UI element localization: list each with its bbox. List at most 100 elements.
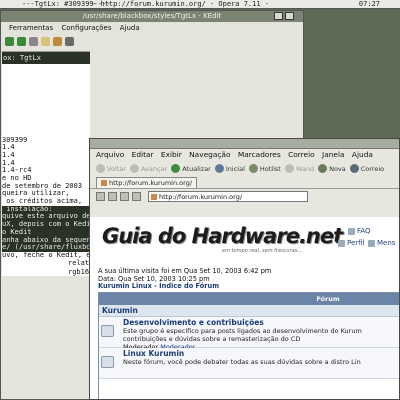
forward-button[interactable]: Avançar [129, 164, 168, 173]
menu-arquivo[interactable]: Arquivo [96, 150, 124, 159]
forum-row: Linux Kurumin Neste fórum, você pode deb… [99, 348, 399, 379]
hotlist-label: Hotlist [259, 164, 281, 173]
folder-icon [101, 325, 114, 337]
editor-line: 309399 [2, 135, 28, 144]
breadcrumb[interactable]: Kurumin Linux - Índice do Fórum [98, 282, 219, 290]
favicon-icon [151, 193, 157, 200]
menu-ferramentas[interactable]: Ferramentas [9, 24, 53, 32]
refresh-icon [171, 164, 181, 173]
menu-correio[interactable]: Correio [288, 150, 315, 159]
top-panel: ---TgtLx: #309399---- - http://forum.kur… [0, 0, 400, 9]
back-button[interactable]: Voltar [96, 164, 126, 173]
forum-description-2: contribuições e dúvidas sobre a remaster… [123, 335, 301, 343]
forum-row: Desenvolvimento e contribuições Este gru… [99, 317, 399, 351]
back-label: Voltar [107, 164, 126, 173]
mail-button[interactable]: Correio [349, 164, 384, 173]
address-row: http://forum.kurumin.org/ [90, 188, 399, 204]
opera-menubar: Arquivo Editar Exibir Navegação Marcador… [90, 149, 399, 161]
undo-icon[interactable] [5, 36, 14, 46]
new-label: Nova [329, 164, 346, 173]
forward-label: Avançar [140, 164, 168, 173]
hotlist-icon [248, 164, 258, 173]
logo-text: Guia do Hardware.net [102, 224, 343, 248]
forum-description: Neste fórum, você pode debater todas as … [123, 358, 361, 366]
menu-configuracoes[interactable]: Configurações [61, 24, 111, 32]
profile-icon [338, 239, 345, 247]
opera-window: Arquivo Editar Exibir Navegação Marcador… [89, 138, 400, 400]
home-button[interactable]: Inicial [214, 164, 245, 173]
visit-info: A sua última visita foi em Qua Set 10, 2… [98, 267, 271, 283]
new-button[interactable]: Nova [318, 164, 346, 173]
messages-link[interactable]: Mens [368, 239, 395, 247]
menu-navegacao[interactable]: Navegação [189, 150, 230, 159]
home-label: Inicial [225, 164, 245, 173]
redo-icon[interactable] [17, 36, 26, 46]
kedit-editor[interactable]: 309399 1.4 1.4 1.4 1.4-rc4 e no HD de setembro… [2, 51, 90, 276]
forward-icon [129, 164, 139, 173]
wand-icon [284, 164, 294, 173]
hotlist-button[interactable]: Hotlist [248, 164, 281, 173]
paste-icon[interactable] [53, 36, 62, 46]
menu-marcadores[interactable]: Marcadores [238, 150, 281, 159]
table-header-label: Fórum [316, 295, 340, 303]
page-icon[interactable] [96, 192, 105, 201]
new-page-icon [318, 164, 328, 173]
editor-line-right: rgb16 [68, 267, 90, 276]
kedit-toolbar [1, 34, 303, 48]
opera-titlebar[interactable] [90, 139, 399, 149]
editor-line: 1.4 [2, 150, 15, 159]
address-input[interactable]: http://forum.kurumin.org/ [148, 191, 308, 202]
find-icon[interactable] [65, 36, 74, 46]
copy-icon[interactable] [41, 36, 50, 46]
last-visit-text: A sua última visita foi em Qua Set 10, 2… [98, 267, 272, 275]
forum-title-link[interactable]: Desenvolvimento e contribuições [123, 318, 399, 327]
profile-label: Perfil [347, 239, 365, 247]
kedit-titlebar[interactable]: /usr/share/blackbox/styles/TgtLx - KEdit [1, 11, 303, 22]
category-row[interactable]: Kurumin [99, 305, 399, 317]
cut-icon[interactable] [29, 36, 38, 46]
logo-subtitle: em tempo real, sem frescuras... [222, 248, 303, 254]
bookmark-icon[interactable] [120, 192, 129, 201]
table-header: Fórum [99, 293, 399, 305]
editor-line: 1.4 [2, 143, 15, 152]
menu-editar[interactable]: Editar [132, 150, 154, 159]
faq-label: FAQ [357, 227, 371, 235]
forum-description: Este grupo é específico para posts ligad… [123, 327, 362, 335]
messages-icon [368, 239, 375, 247]
home-icon [214, 164, 224, 173]
profile-link[interactable]: Perfil [338, 239, 365, 247]
wand-button[interactable]: Wand [284, 164, 315, 173]
kedit-menubar: Ferramentas Configurações Ajuda [1, 22, 303, 34]
menu-ajuda[interactable]: Ajuda [120, 24, 140, 32]
faq-icon [348, 227, 355, 235]
view-icon[interactable] [132, 192, 141, 201]
site-logo[interactable]: Guia do Hardware.net em tempo real, sem … [102, 224, 343, 254]
menu-janela[interactable]: Janela [322, 150, 345, 159]
messages-label: Mens [377, 239, 396, 247]
kedit-title: /usr/share/blackbox/styles/TgtLx - KEdit [82, 12, 222, 20]
wand-label: Wand [295, 164, 315, 173]
print-icon[interactable] [108, 192, 117, 201]
taskbar-item-opera[interactable]: - http://forum.kurumin.org/ - Opera 7.11… [92, 0, 269, 8]
close-button[interactable] [285, 12, 294, 20]
faq-link[interactable]: FAQ [348, 227, 371, 235]
folder-icon [101, 356, 114, 368]
menu-exibir[interactable]: Exibir [161, 150, 182, 159]
maximize-button[interactable] [274, 12, 283, 20]
refresh-button[interactable]: Atualizar [171, 164, 211, 173]
tab-forum[interactable]: http://forum.kurumin.org/ [96, 177, 198, 188]
page-content: Guia do Hardware.net em tempo real, sem … [90, 217, 399, 399]
forum-title-link[interactable]: Linux Kurumin [123, 349, 399, 358]
clock: 07:27 [358, 0, 380, 8]
back-icon [96, 164, 105, 173]
menu-ajuda-opera[interactable]: Ajuda [352, 150, 373, 159]
favicon-icon [101, 180, 107, 186]
tab-label: http://forum.kurumin.org/ [109, 179, 193, 187]
